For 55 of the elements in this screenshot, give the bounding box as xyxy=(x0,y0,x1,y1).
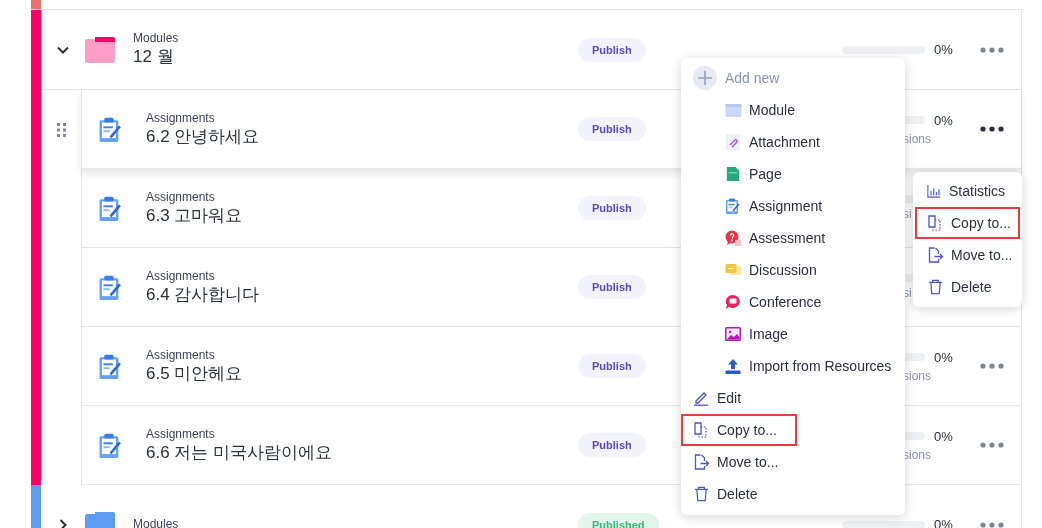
menu-item[interactable]: Discussion xyxy=(681,254,905,286)
module-type-label: Modules xyxy=(133,31,179,46)
item-title: 6.6 저는 미국사람이에요 xyxy=(146,441,333,464)
trash-icon xyxy=(693,486,709,502)
copy-icon xyxy=(927,215,943,231)
menu-item[interactable]: Conference xyxy=(681,286,905,318)
publish-status-button[interactable]: Publish xyxy=(578,37,646,62)
paperclip-icon xyxy=(725,134,741,150)
publish-status-button[interactable]: Publish xyxy=(578,117,646,141)
menu-item[interactable]: Statistics xyxy=(915,175,1020,207)
menu-item[interactable]: Delete xyxy=(915,271,1020,303)
menu-item[interactable]: Move to... xyxy=(681,446,799,478)
progress-percent: 0% xyxy=(934,42,953,57)
more-options-button[interactable] xyxy=(980,126,1004,132)
menu-item[interactable]: Import from Resources xyxy=(681,350,905,382)
item-title: 6.3 고마워요 xyxy=(146,204,243,227)
menu-item[interactable]: Module xyxy=(681,94,905,126)
trash-icon xyxy=(927,279,943,295)
copy-icon xyxy=(693,422,709,438)
folder-icon xyxy=(85,36,115,63)
drag-handle-icon[interactable] xyxy=(56,122,66,137)
menu-item[interactable]: Attachment xyxy=(681,126,905,158)
item-title: 6.5 미안헤요 xyxy=(146,362,243,385)
item-title: 6.2 안녕하세요 xyxy=(146,125,260,148)
move-icon xyxy=(692,454,710,470)
pencil-icon xyxy=(693,390,709,406)
menu-item[interactable]: Assignment xyxy=(681,190,905,222)
progress-percent: 0% xyxy=(934,428,953,444)
bar-chart-icon xyxy=(927,184,941,198)
publish-status-button[interactable]: Publish xyxy=(578,196,646,220)
question-bubble-icon xyxy=(725,230,741,246)
menu-item[interactable]: Copy to... xyxy=(681,414,797,446)
progress-percent: 0% xyxy=(934,349,953,365)
speech-bubble-icon xyxy=(725,294,741,310)
item-type-label: Assignments xyxy=(146,189,216,205)
page-icon xyxy=(726,166,740,182)
module-title: 12 월 xyxy=(133,46,175,68)
publish-status-button[interactable]: Publish xyxy=(578,275,646,299)
item-type-label: Assignments xyxy=(146,110,216,126)
image-icon xyxy=(725,326,741,342)
module-type-label: Modules xyxy=(133,517,179,528)
item-type-label: Assignments xyxy=(146,426,216,442)
progress-percent: 0% xyxy=(934,112,953,128)
item-type-label: Assignments xyxy=(146,347,216,363)
move-icon xyxy=(926,247,944,263)
folder-icon xyxy=(724,102,742,118)
publish-status-button[interactable]: Publish xyxy=(578,433,646,457)
upload-icon xyxy=(725,358,741,374)
menu-item[interactable]: Copy to... xyxy=(915,207,1020,239)
chat-bubbles-icon xyxy=(724,262,742,278)
item-type-label: Assignments xyxy=(146,268,216,284)
item-title: 6.4 감사합니다 xyxy=(146,283,260,306)
publish-status-button[interactable]: Publish xyxy=(578,354,646,378)
plus-icon xyxy=(693,66,717,90)
clipboard-icon xyxy=(725,198,741,214)
